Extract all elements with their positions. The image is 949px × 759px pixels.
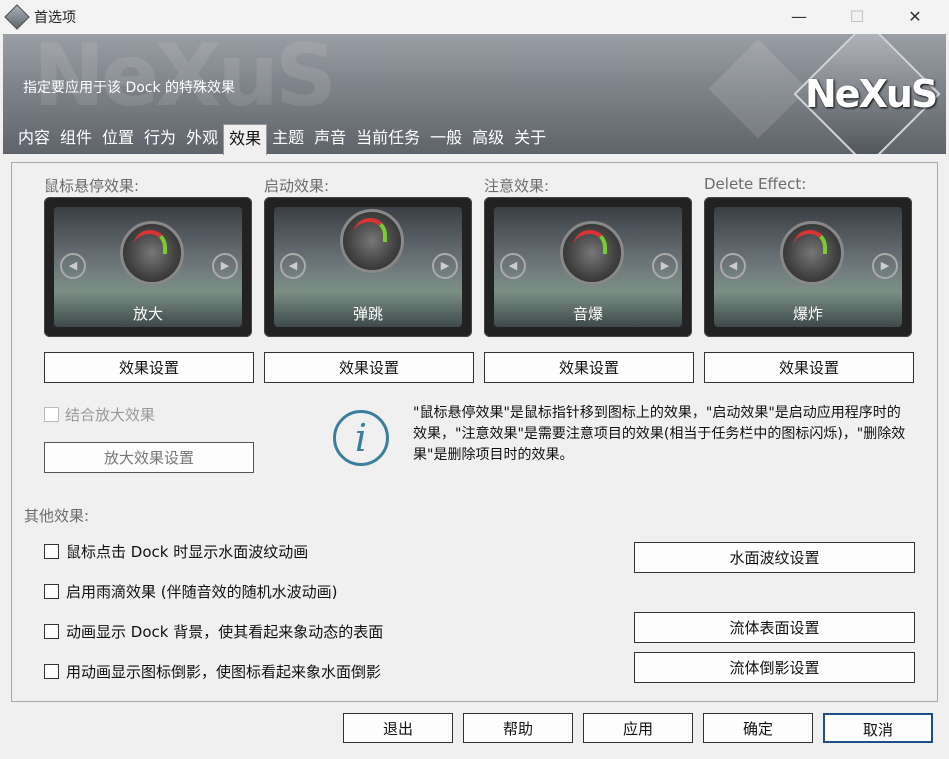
tab-position[interactable]: 位置 xyxy=(97,124,139,152)
cancel-button[interactable]: 取消 xyxy=(823,713,933,743)
banner-description: 指定要应用于该 Dock 的特殊效果 xyxy=(23,80,236,96)
animated-background-label: 动画显示 Dock 背景，使其看起来象动态的表面 xyxy=(66,623,384,641)
prev-arrow-icon[interactable]: ◀ xyxy=(720,253,746,279)
gauge-icon xyxy=(780,221,844,285)
close-button[interactable]: ✕ xyxy=(886,0,944,34)
tab-current-tasks[interactable]: 当前任务 xyxy=(351,124,425,152)
tab-appearance[interactable]: 外观 xyxy=(181,124,223,152)
combine-zoom-label: 结合放大效果 xyxy=(65,406,156,424)
tab-theme[interactable]: 主题 xyxy=(267,124,309,152)
tab-about[interactable]: 关于 xyxy=(509,124,551,152)
prev-arrow-icon[interactable]: ◀ xyxy=(60,253,86,279)
info-icon: i xyxy=(333,410,389,466)
decorative-diamond xyxy=(708,39,808,139)
launch-effect-selector: ◀ ▶ 弹跳 xyxy=(264,197,472,337)
effect-preview: ◀ ▶ 音爆 xyxy=(494,207,682,327)
ok-button[interactable]: 确定 xyxy=(703,713,813,743)
delete-effect-settings-button[interactable]: 效果设置 xyxy=(704,352,914,383)
prev-arrow-icon[interactable]: ◀ xyxy=(280,253,306,279)
minimize-button[interactable]: — xyxy=(770,0,828,34)
effect-name: 弹跳 xyxy=(352,305,383,323)
next-arrow-icon[interactable]: ▶ xyxy=(212,253,238,279)
tab-components[interactable]: 组件 xyxy=(55,124,97,152)
hover-effect-selector: ◀ ▶ 放大 xyxy=(44,197,252,337)
other-effects-heading: 其他效果: xyxy=(24,507,90,525)
attention-effect-label: 注意效果: xyxy=(484,177,550,195)
effect-preview: ◀ ▶ 放大 xyxy=(54,207,242,327)
tab-bar: 内容 组件 位置 行为 外观 效果 主题 声音 当前任务 一般 高级 关于 xyxy=(13,124,551,155)
gauge-icon xyxy=(120,221,184,285)
nexus-logo: NeXuS xyxy=(805,72,938,116)
help-button[interactable]: 帮助 xyxy=(463,713,573,743)
maximize-button[interactable]: ☐ xyxy=(828,0,886,34)
effect-name: 音爆 xyxy=(572,305,603,323)
water-ripple-label: 鼠标点击 Dock 时显示水面波纹动画 xyxy=(66,543,309,561)
gauge-icon xyxy=(340,209,404,273)
animated-reflection-checkbox[interactable] xyxy=(44,664,59,679)
title-bar: 首选项 — ☐ ✕ xyxy=(0,0,949,35)
exit-button[interactable]: 退出 xyxy=(343,713,453,743)
prev-arrow-icon[interactable]: ◀ xyxy=(500,253,526,279)
fluid-surface-settings-button[interactable]: 流体表面设置 xyxy=(634,612,915,643)
tab-effects[interactable]: 效果 xyxy=(223,124,268,155)
effect-preview: ◀ ▶ 爆炸 xyxy=(714,207,902,327)
app-icon xyxy=(4,4,30,30)
effect-name: 放大 xyxy=(132,305,163,323)
delete-effect-label: Delete Effect: xyxy=(704,175,807,193)
combine-zoom-checkbox[interactable] xyxy=(44,407,59,422)
hover-effect-settings-button[interactable]: 效果设置 xyxy=(44,352,254,383)
tab-content[interactable]: 内容 xyxy=(13,124,55,152)
fluid-reflection-settings-button[interactable]: 流体倒影设置 xyxy=(634,652,915,683)
delete-effect-selector: ◀ ▶ 爆炸 xyxy=(704,197,912,337)
raindrop-label: 启用雨滴效果 (伴随音效的随机水波动画) xyxy=(66,583,338,601)
next-arrow-icon[interactable]: ▶ xyxy=(652,253,678,279)
effect-name: 爆炸 xyxy=(792,305,823,323)
raindrop-checkbox[interactable] xyxy=(44,584,59,599)
animated-reflection-label: 用动画显示图标倒影，使图标看起来象水面倒影 xyxy=(66,663,382,681)
attention-effect-settings-button[interactable]: 效果设置 xyxy=(484,352,694,383)
apply-button[interactable]: 应用 xyxy=(583,713,693,743)
tab-general[interactable]: 一般 xyxy=(425,124,467,152)
info-text: "鼠标悬停效果"是鼠标指针移到图标上的效果，"启动效果"是启动应用程序时的效果，… xyxy=(413,405,906,463)
window-title: 首选项 xyxy=(34,10,76,26)
hover-effect-label: 鼠标悬停效果: xyxy=(44,177,140,195)
next-arrow-icon[interactable]: ▶ xyxy=(872,253,898,279)
tab-behavior[interactable]: 行为 xyxy=(139,124,181,152)
launch-effect-settings-button[interactable]: 效果设置 xyxy=(264,352,474,383)
gauge-icon xyxy=(560,221,624,285)
tab-advanced[interactable]: 高级 xyxy=(467,124,509,152)
animated-background-checkbox[interactable] xyxy=(44,624,59,639)
zoom-settings-button[interactable]: 放大效果设置 xyxy=(44,442,254,473)
effect-preview: ◀ ▶ 弹跳 xyxy=(274,207,462,327)
water-ripple-settings-button[interactable]: 水面波纹设置 xyxy=(634,542,915,573)
tab-sound[interactable]: 声音 xyxy=(309,124,351,152)
water-ripple-checkbox[interactable] xyxy=(44,544,59,559)
attention-effect-selector: ◀ ▶ 音爆 xyxy=(484,197,692,337)
next-arrow-icon[interactable]: ▶ xyxy=(432,253,458,279)
launch-effect-label: 启动效果: xyxy=(264,177,330,195)
